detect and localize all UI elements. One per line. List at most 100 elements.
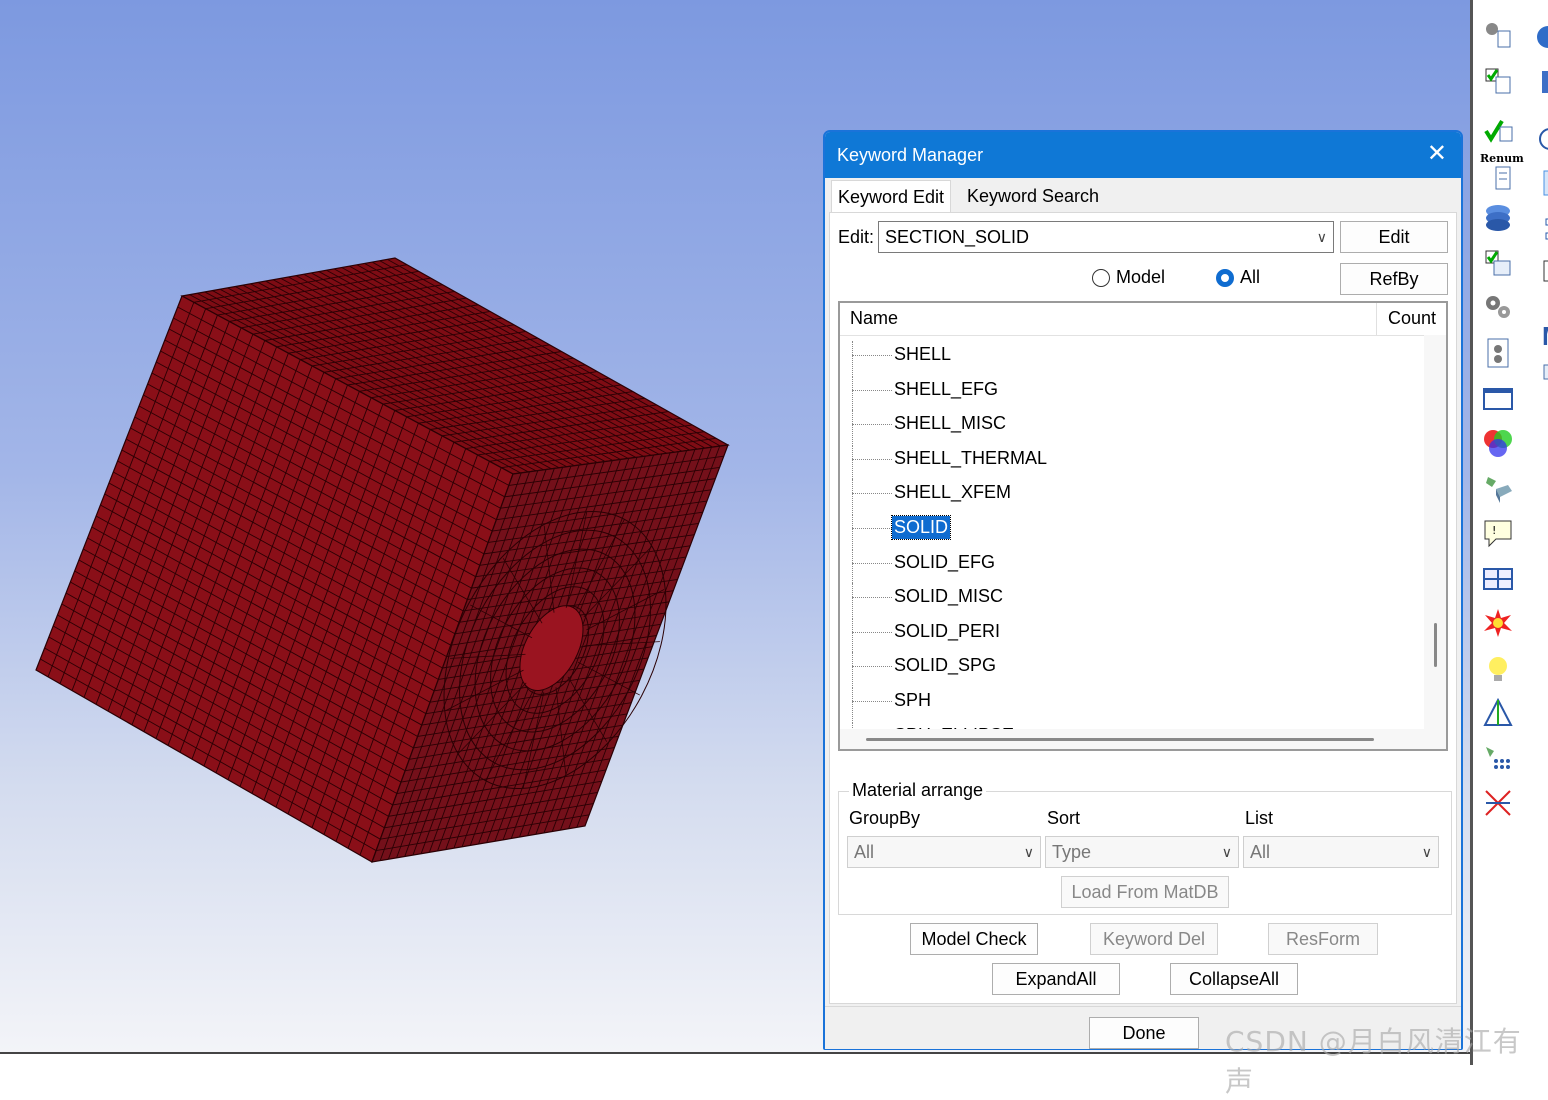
mesh-tri-icon[interactable]	[1481, 696, 1515, 730]
dialog-titlebar[interactable]: Keyword Manager ✕	[825, 132, 1461, 178]
tree-branch-line	[852, 458, 892, 460]
tab-keyword-edit[interactable]: Keyword Edit	[831, 180, 952, 213]
groupby-label: GroupBy	[849, 808, 921, 828]
groupby-select[interactable]: All ∨	[847, 836, 1041, 868]
all-radio-label[interactable]: All	[1240, 267, 1260, 288]
svg-text:M: M	[1542, 321, 1548, 351]
tree-guide-line	[852, 341, 853, 375]
tree-branch-line	[852, 424, 892, 426]
color-wheel-icon[interactable]	[1481, 426, 1515, 460]
tree-branch-line	[852, 528, 892, 529]
vertical-scroll-thumb[interactable]	[1434, 623, 1437, 667]
sort-select[interactable]: Type ∨	[1045, 836, 1239, 868]
check-table-icon[interactable]	[1481, 246, 1515, 280]
sort-value: Type	[1052, 842, 1092, 862]
model-radio[interactable]	[1092, 269, 1110, 287]
box-select-icon[interactable]	[1525, 166, 1548, 200]
collapse-all-button[interactable]: CollapseAll	[1170, 963, 1298, 995]
tree-branch-line	[852, 562, 892, 564]
close-icon[interactable]: ✕	[1427, 142, 1447, 166]
expand-all-button[interactable]: ExpandAll	[992, 963, 1120, 995]
edit-label: Edit:	[838, 227, 875, 247]
renumber-list-icon[interactable]	[1481, 160, 1515, 194]
list-item[interactable]: SHELL_EFG	[840, 375, 1420, 410]
grid-view-icon[interactable]	[1481, 562, 1515, 596]
all-radio[interactable]	[1216, 269, 1234, 287]
layers-icon[interactable]	[1481, 200, 1515, 234]
wireframe-icon[interactable]	[1525, 122, 1548, 156]
check-abc-icon[interactable]	[1481, 112, 1515, 146]
tree-guide-line	[852, 375, 853, 410]
tree-branch-line	[852, 355, 892, 356]
tree-nodes-icon[interactable]	[1525, 212, 1548, 246]
column-divider[interactable]	[1376, 303, 1377, 335]
chevron-down-icon: ∨	[1221, 844, 1232, 860]
list-item-label: SOLID	[890, 515, 952, 540]
dialog-title: Keyword Manager	[837, 145, 984, 165]
vertical-scrollbar[interactable]	[1424, 335, 1446, 749]
horizontal-scrollbar[interactable]	[840, 729, 1428, 749]
keyword-manager-dialog: Keyword Manager ✕ Keyword Edit Keyword S…	[823, 130, 1463, 1050]
list-item[interactable]: SPH	[840, 687, 1420, 721]
list-item[interactable]: SOLID_EFG	[840, 548, 1420, 583]
tree-guide-line	[852, 687, 853, 721]
keyword-select[interactable]: SECTION_SOLID ∨	[878, 221, 1334, 253]
check-list-icon[interactable]	[1481, 64, 1515, 98]
column-header-count[interactable]: Count	[1388, 308, 1436, 329]
list-item-label: SOLID_MISC	[894, 586, 1004, 607]
keyword-del-button[interactable]: Keyword Del	[1090, 923, 1218, 955]
horizontal-scroll-thumb[interactable]	[866, 738, 1374, 741]
tree-guide-line	[852, 479, 853, 514]
resform-button[interactable]: ResForm	[1268, 923, 1378, 955]
tree-guide-line	[852, 583, 853, 618]
done-button[interactable]: Done	[1089, 1017, 1199, 1049]
list-item[interactable]: SHELL_THERMAL	[840, 444, 1420, 479]
list-item[interactable]: SHELL_MISC	[840, 410, 1420, 445]
model-check-button[interactable]: Model Check	[910, 923, 1038, 955]
keyword-tree-list[interactable]: Name Count SHELL SHELL_EFG SHELL_MISC SHELL…	[838, 301, 1448, 751]
list-item[interactable]: SHELL	[840, 341, 1420, 375]
settings-list-icon[interactable]	[1481, 18, 1515, 52]
list-item[interactable]: SOLID_MISC	[840, 583, 1420, 618]
svg-text:!: !	[1492, 524, 1496, 537]
list-item-label: SOLID_PERI	[894, 620, 1001, 641]
material-arrange-title: Material arrange	[849, 780, 987, 801]
lightbulb-icon[interactable]	[1481, 652, 1515, 686]
part-cube-icon[interactable]	[1481, 472, 1515, 506]
sphere-icon[interactable]	[1525, 22, 1548, 56]
list-item[interactable]: SOLID_SPG	[840, 652, 1420, 687]
keyword-edit-panel: Edit: SECTION_SOLID ∨ Edit Model All Ref…	[829, 212, 1457, 1004]
window-icon[interactable]	[1481, 382, 1515, 416]
model-radio-label[interactable]: Model	[1116, 267, 1165, 288]
calendar-grid-icon[interactable]	[1525, 254, 1548, 288]
tree-guide-line	[852, 444, 853, 479]
tab-keyword-search[interactable]: Keyword Search	[961, 180, 1106, 212]
material-arrange-group: Material arrange GroupBy Sort List All ∨…	[838, 780, 1452, 915]
list-item[interactable]: SHELL_XFEM	[840, 479, 1420, 514]
list-select[interactable]: All ∨	[1243, 836, 1439, 868]
gears-icon[interactable]	[1481, 290, 1515, 324]
refby-button[interactable]: RefBy	[1340, 263, 1448, 295]
tree-guide-line	[852, 514, 853, 548]
tree-guide-line	[852, 652, 853, 687]
chevron-down-icon: ∨	[1316, 229, 1327, 245]
load-from-matdb-button[interactable]: Load From MatDB	[1061, 876, 1229, 908]
table-icon[interactable]	[1525, 360, 1548, 394]
watermark: CSDN @月白风清江有声	[1225, 1025, 1522, 1098]
m-letter-icon[interactable]: M	[1525, 318, 1548, 352]
tree-guide-line	[852, 617, 853, 652]
list-item[interactable]: SOLID	[840, 514, 1420, 548]
gear-panel-icon[interactable]	[1481, 336, 1515, 370]
cross-nodes-icon[interactable]	[1481, 786, 1515, 820]
list-item[interactable]: SOLID_PERI	[840, 617, 1420, 652]
tree-guide-line	[852, 548, 853, 583]
edit-button[interactable]: Edit	[1340, 221, 1448, 253]
search-blue-icon[interactable]	[1525, 66, 1548, 100]
comment-icon[interactable]: !	[1481, 516, 1515, 550]
explosion-icon[interactable]	[1481, 606, 1515, 640]
groupby-value: All	[854, 842, 875, 862]
node-grid-icon[interactable]	[1481, 742, 1515, 776]
column-header-name[interactable]: Name	[850, 308, 898, 329]
chevron-down-icon: ∨	[1023, 844, 1034, 860]
tree-branch-line	[852, 597, 892, 599]
